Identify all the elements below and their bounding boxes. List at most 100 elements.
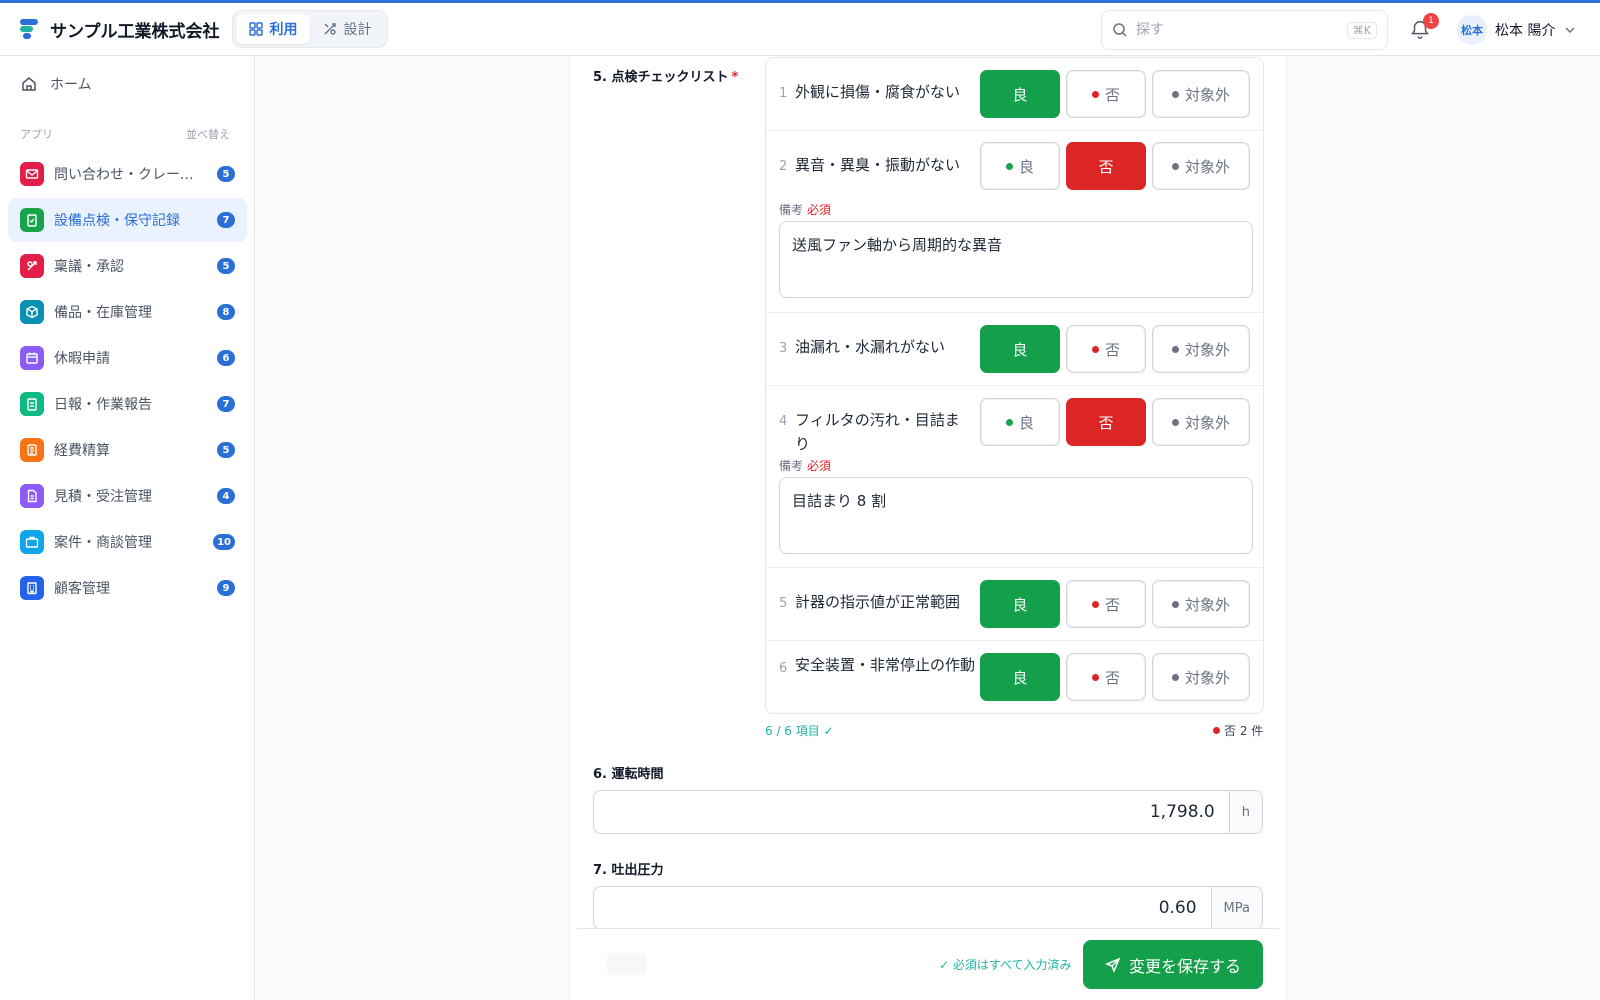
na-option[interactable]: 対象外 xyxy=(1152,142,1250,190)
checklist-label: 5. 点検チェックリスト * xyxy=(593,66,738,85)
bad-option[interactable]: 否 xyxy=(1066,142,1146,190)
sidebar-item-leave[interactable]: 休暇申請 6 xyxy=(8,336,247,380)
document-icon xyxy=(20,484,44,508)
item-number: 5 xyxy=(779,596,788,611)
checklist-card: 1 外観に損傷・腐食がない 良 否 対象外 2 異音・異臭・振動がない 良 否 … xyxy=(765,57,1264,714)
sidebar-item-expense[interactable]: 経費精算 5 xyxy=(8,428,247,472)
sidebar-item-label: 備品・在庫管理 xyxy=(54,305,152,321)
green-dot-icon xyxy=(1005,162,1013,170)
receipt-icon xyxy=(20,438,44,462)
sidebar: ホーム アプリ 並べ替え 問い合わせ・クレーム管理 5 設備点検・保守記録 7 … xyxy=(0,56,255,1000)
tools-icon xyxy=(324,23,336,35)
app-logo xyxy=(18,18,40,40)
pressure-value[interactable]: 0.60 xyxy=(594,887,1211,929)
clipboard-icon xyxy=(20,392,44,416)
bad-option[interactable]: 否 xyxy=(1066,653,1146,701)
good-option[interactable]: 良 xyxy=(980,653,1060,701)
good-option[interactable]: 良 xyxy=(980,142,1060,190)
sidebar-item-inventory[interactable]: 備品・在庫管理 8 xyxy=(8,290,247,334)
clipboard-check-icon xyxy=(20,208,44,232)
user-name: 松本 陽介 xyxy=(1495,23,1556,39)
bad-option[interactable]: 否 xyxy=(1066,70,1146,118)
item-text: フィルタの汚れ・目詰まり xyxy=(795,411,960,453)
sidebar-item-label: 問い合わせ・クレーム管理 xyxy=(54,167,207,183)
checklist-row: 4 フィルタの汚れ・目詰まり 良 否 対象外 備考 必須 目詰まり 8 割 xyxy=(766,386,1263,568)
mode-design-tab[interactable]: 設計 xyxy=(310,14,384,44)
building-icon xyxy=(20,576,44,600)
gray-dot-icon xyxy=(1171,162,1179,170)
good-option[interactable]: 良 xyxy=(980,398,1060,446)
runtime-field[interactable]: 1,798.0 h xyxy=(593,790,1263,834)
required-status: ✓ 必須はすべて入力済み xyxy=(939,958,1072,972)
sidebar-item-customers[interactable]: 顧客管理 9 xyxy=(8,566,247,610)
red-dot-icon xyxy=(1091,345,1099,353)
bad-option[interactable]: 否 xyxy=(1066,580,1146,628)
checklist-title: 5. 点検チェックリスト xyxy=(593,70,729,85)
gray-dot-icon xyxy=(1171,600,1179,608)
mode-design-label: 設計 xyxy=(343,22,372,38)
na-option[interactable]: 対象外 xyxy=(1152,70,1250,118)
na-option[interactable]: 対象外 xyxy=(1152,398,1250,446)
mode-use-tab[interactable]: 利用 xyxy=(235,14,310,44)
shortcut-hint: ⌘K xyxy=(1346,21,1377,39)
user-menu[interactable]: 松本 松本 陽介 xyxy=(1457,15,1577,45)
save-button[interactable]: 変更を保存する xyxy=(1083,940,1263,989)
home-icon xyxy=(22,77,36,91)
sidebar-item-inquiry[interactable]: 問い合わせ・クレーム管理 5 xyxy=(8,152,247,196)
checklist-row: 3 油漏れ・水漏れがない 良 否 対象外 xyxy=(766,313,1263,386)
sidebar-item-maintenance[interactable]: 設備点検・保守記録 7 xyxy=(8,198,247,242)
count-badge: 10 xyxy=(213,534,235,550)
note-field[interactable]: 目詰まり 8 割 xyxy=(779,477,1253,554)
apps-heading-row: アプリ 並べ替え xyxy=(20,126,230,142)
item-text: 安全装置・非常停止の作動 xyxy=(795,656,976,674)
na-option[interactable]: 対象外 xyxy=(1152,325,1250,373)
runtime-value[interactable]: 1,798.0 xyxy=(594,791,1229,833)
briefcase-icon xyxy=(20,530,44,554)
sidebar-item-label: 休暇申請 xyxy=(54,351,110,367)
pressure-field[interactable]: 0.60 MPa xyxy=(593,886,1263,930)
item-text: 異音・異臭・振動がない xyxy=(795,156,961,174)
gray-dot-icon xyxy=(1171,418,1179,426)
note-field[interactable]: 送風ファン軸から周期的な異音 xyxy=(779,221,1253,298)
na-option[interactable]: 対象外 xyxy=(1152,653,1250,701)
item-number: 6 xyxy=(779,661,788,676)
sidebar-item-approval[interactable]: 稟議・承認 5 xyxy=(8,244,247,288)
gray-dot-icon xyxy=(1171,90,1179,98)
mail-icon xyxy=(20,162,44,186)
item-number: 1 xyxy=(779,86,788,101)
good-option[interactable]: 良 xyxy=(980,580,1060,628)
count-badge: 7 xyxy=(217,396,235,412)
red-dot-icon xyxy=(1091,90,1099,98)
chevron-down-icon xyxy=(1565,27,1575,34)
mode-switcher: 利用 設計 xyxy=(231,10,388,48)
good-option[interactable]: 良 xyxy=(980,325,1060,373)
sidebar-item-daily-report[interactable]: 日報・作業報告 7 xyxy=(8,382,247,426)
na-option[interactable]: 対象外 xyxy=(1152,580,1250,628)
notification-button[interactable]: 1 xyxy=(1409,13,1439,42)
sidebar-item-home[interactable]: ホーム xyxy=(20,74,92,94)
count-badge: 8 xyxy=(217,304,235,320)
sort-button[interactable]: 並べ替え xyxy=(186,126,230,142)
sidebar-item-label: 案件・商談管理 xyxy=(54,535,152,551)
bad-option[interactable]: 否 xyxy=(1066,398,1146,446)
good-option[interactable]: 良 xyxy=(980,70,1060,118)
bad-option[interactable]: 否 xyxy=(1066,325,1146,373)
ng-summary: 否 2 件 xyxy=(1213,722,1263,739)
sidebar-item-quotation[interactable]: 見積・受注管理 4 xyxy=(8,474,247,518)
red-dot-icon xyxy=(1213,727,1220,734)
checklist-row: 5 計器の指示値が正常範囲 良 否 対象外 xyxy=(766,568,1263,641)
search-input[interactable] xyxy=(1136,22,1339,38)
notification-count: 1 xyxy=(1423,13,1439,29)
search-box[interactable]: ⌘K xyxy=(1101,10,1388,50)
item-number: 2 xyxy=(779,159,788,174)
note-label: 備考 必須 xyxy=(779,459,832,473)
sidebar-item-label: 稟議・承認 xyxy=(54,259,124,275)
sidebar-item-deals[interactable]: 案件・商談管理 10 xyxy=(8,520,247,564)
pressure-label: 7. 吐出圧力 xyxy=(593,863,664,878)
count-badge: 5 xyxy=(217,442,235,458)
count-badge: 5 xyxy=(217,258,235,274)
home-label: ホーム xyxy=(50,77,92,93)
item-number: 3 xyxy=(779,341,788,356)
sidebar-item-label: 見積・受注管理 xyxy=(54,489,152,505)
form-footer: ✓ 必須はすべて入力済み 変更を保存する xyxy=(577,928,1279,1000)
